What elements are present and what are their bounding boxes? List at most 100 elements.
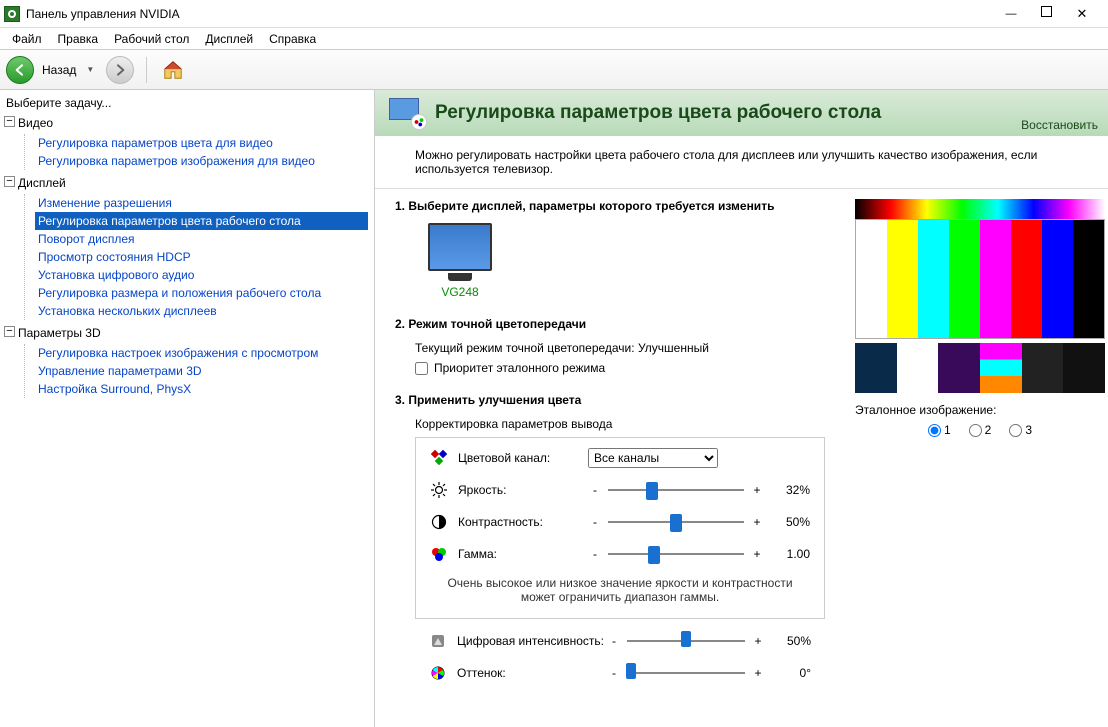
gamma-icon: [430, 545, 448, 563]
titlebar: Панель управления NVIDIA: [0, 0, 1108, 28]
sidebar: Выберите задачу... − Видео Регулировка п…: [0, 90, 375, 727]
hue-icon: [429, 664, 447, 682]
page-header-icon: [389, 98, 425, 128]
contrast-label: Контрастность:: [458, 515, 588, 529]
plus-icon: +: [750, 547, 764, 561]
brightness-label: Яркость:: [458, 483, 588, 497]
tree-toggle-icon[interactable]: −: [4, 176, 15, 187]
minimize-button[interactable]: [999, 4, 1023, 24]
hue-value: 0°: [771, 666, 811, 680]
tree-toggle-icon[interactable]: −: [4, 116, 15, 127]
forward-button[interactable]: [106, 56, 134, 84]
step2-title: 2. Режим точной цветопередачи: [395, 317, 825, 331]
toolbar: Назад ▼: [0, 50, 1108, 90]
step1-title: 1. Выберите дисплей, параметры которого …: [395, 199, 825, 213]
back-button[interactable]: [6, 56, 34, 84]
tree-category-3d[interactable]: Параметры 3D: [18, 324, 368, 342]
brightness-value: 32%: [770, 483, 810, 497]
menu-edit[interactable]: Правка: [50, 30, 107, 48]
ref-radio-1-label: 1: [944, 423, 951, 437]
hue-slider[interactable]: [627, 663, 745, 683]
ref-radio-2-label: 2: [985, 423, 992, 437]
tree-item[interactable]: Изменение разрешения: [35, 194, 368, 212]
menu-file[interactable]: Файл: [4, 30, 50, 48]
tree-item-selected[interactable]: Регулировка параметров цвета рабочего ст…: [35, 212, 368, 230]
ref-radio-3-label: 3: [1025, 423, 1032, 437]
reference-priority-checkbox[interactable]: [415, 362, 428, 375]
gamma-value: 1.00: [770, 547, 810, 561]
tree-item[interactable]: Установка нескольких дисплеев: [35, 302, 368, 320]
vibrance-value: 50%: [771, 634, 811, 648]
tree-item[interactable]: Поворот дисплея: [35, 230, 368, 248]
plus-icon: +: [751, 666, 765, 680]
minus-icon: -: [588, 483, 602, 497]
toolbar-separator: [146, 57, 147, 83]
tree-category-display[interactable]: Дисплей: [18, 174, 368, 192]
menu-help[interactable]: Справка: [261, 30, 324, 48]
close-button[interactable]: [1070, 4, 1094, 24]
menu-desktop[interactable]: Рабочий стол: [106, 30, 197, 48]
preview-box: Эталонное изображение: 1 2 3: [855, 199, 1105, 437]
minus-icon: -: [607, 666, 621, 680]
ref-radio-3[interactable]: [1009, 424, 1022, 437]
tree-item[interactable]: Регулировка настроек изображения с просм…: [35, 344, 368, 362]
tree-item[interactable]: Регулировка размера и положения рабочего…: [35, 284, 368, 302]
tree-item[interactable]: Просмотр состояния HDCP: [35, 248, 368, 266]
tree-category-video[interactable]: Видео: [18, 114, 368, 132]
color-bars: [855, 219, 1105, 339]
nav-tree: − Видео Регулировка параметров цвета для…: [6, 114, 368, 398]
current-mode-value: Улучшенный: [638, 341, 709, 355]
tree-item[interactable]: Регулировка параметров цвета для видео: [35, 134, 368, 152]
current-mode-row: Текущий режим точной цветопередачи: Улуч…: [415, 341, 825, 355]
reference-priority-label: Приоритет эталонного режима: [434, 361, 605, 375]
tree-item[interactable]: Регулировка параметров изображения для в…: [35, 152, 368, 170]
contrast-icon: [430, 513, 448, 531]
display-name: VG248: [425, 285, 495, 299]
contrast-value: 50%: [770, 515, 810, 529]
plus-icon: +: [750, 515, 764, 529]
minus-icon: -: [607, 634, 621, 648]
brightness-icon: [430, 481, 448, 499]
maximize-button[interactable]: [1041, 6, 1052, 17]
current-mode-label: Текущий режим точной цветопередачи:: [415, 341, 635, 355]
reference-radio-group: 1 2 3: [855, 423, 1105, 437]
plus-icon: +: [751, 634, 765, 648]
tree-toggle-icon[interactable]: −: [4, 326, 15, 337]
channel-label: Цветовой канал:: [458, 451, 588, 465]
nvidia-icon: [4, 6, 20, 22]
home-button[interactable]: [159, 56, 187, 84]
channel-icon: [430, 449, 448, 467]
ref-radio-1[interactable]: [928, 424, 941, 437]
page-description: Можно регулировать настройки цвета рабоч…: [375, 136, 1108, 189]
ref-radio-2[interactable]: [969, 424, 982, 437]
window-title: Панель управления NVIDIA: [26, 7, 999, 21]
channel-select[interactable]: Все каналы: [588, 448, 718, 468]
reference-image-label: Эталонное изображение:: [855, 403, 1105, 417]
minus-icon: -: [588, 515, 602, 529]
page-title: Регулировка параметров цвета рабочего ст…: [435, 102, 1094, 124]
color-adjust-panel: Цветовой канал: Все каналы Яркость: -: [415, 437, 825, 619]
content-pane: Регулировка параметров цвета рабочего ст…: [375, 90, 1108, 727]
back-label: Назад: [42, 63, 76, 77]
step3-title: 3. Применить улучшения цвета: [395, 393, 825, 407]
plus-icon: +: [750, 483, 764, 497]
restore-link[interactable]: Восстановить: [1021, 118, 1098, 132]
vibrance-icon: [429, 632, 447, 650]
tree-item[interactable]: Управление параметрами 3D: [35, 362, 368, 380]
contrast-slider[interactable]: [608, 512, 744, 532]
menu-display[interactable]: Дисплей: [197, 30, 261, 48]
output-correction-label: Корректировка параметров вывода: [415, 417, 825, 431]
vibrance-slider[interactable]: [627, 631, 745, 651]
menubar: Файл Правка Рабочий стол Дисплей Справка: [0, 28, 1108, 50]
brightness-slider[interactable]: [608, 480, 744, 500]
tree-item[interactable]: Установка цифрового аудио: [35, 266, 368, 284]
display-thumbnail[interactable]: VG248: [425, 223, 495, 299]
page-header: Регулировка параметров цвета рабочего ст…: [375, 90, 1108, 136]
tree-item[interactable]: Настройка Surround, PhysX: [35, 380, 368, 398]
gamma-slider[interactable]: [608, 544, 744, 564]
back-dropdown-icon[interactable]: ▼: [86, 65, 94, 74]
hue-label: Оттенок:: [457, 666, 607, 680]
panel-note: Очень высокое или низкое значение яркост…: [430, 576, 810, 604]
minus-icon: -: [588, 547, 602, 561]
gamma-label: Гамма:: [458, 547, 588, 561]
